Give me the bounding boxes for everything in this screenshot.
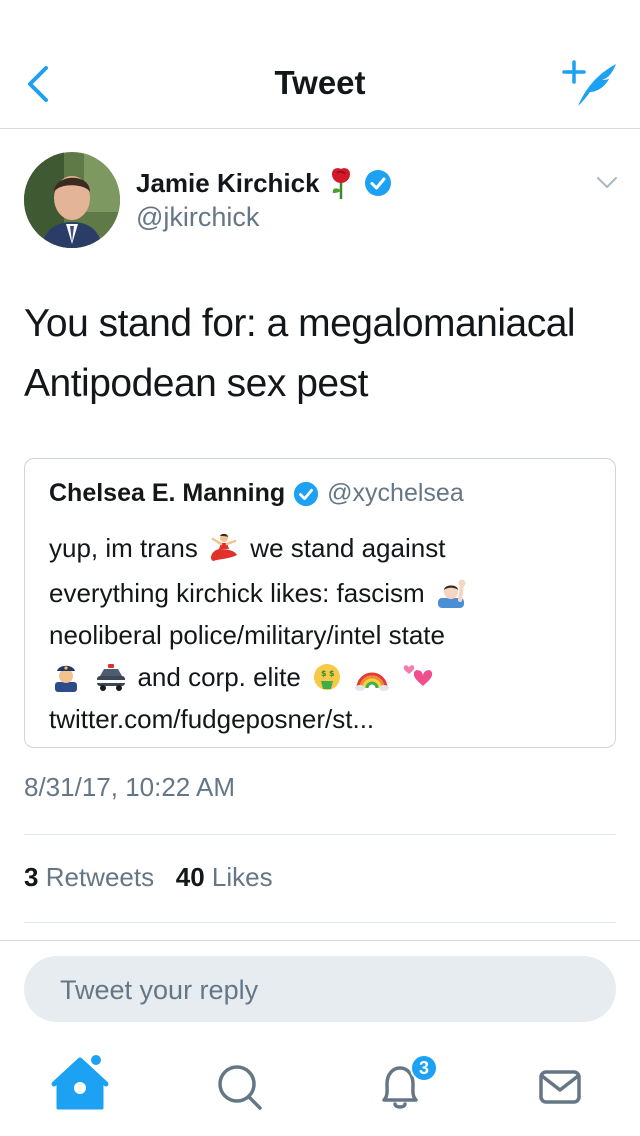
quoted-tweet-card[interactable]: Chelsea E. Manning @xychelsea yup, im tr…	[24, 458, 616, 748]
navigation-bar: Tweet	[0, 0, 640, 129]
search-icon[interactable]	[200, 1050, 280, 1130]
like-label: Likes	[211, 862, 273, 892]
tab-bar	[0, 1050, 640, 1136]
tweet-text: You stand for: a megalomaniacal Antipode…	[24, 294, 616, 414]
money-mouth-emoji-icon: $ $	[314, 664, 341, 691]
dancer-emoji-icon	[211, 533, 238, 562]
divider	[0, 940, 640, 941]
tweet-text-line: Antipodean sex pest	[24, 362, 368, 405]
quoted-text-segment: we stand against	[250, 533, 446, 563]
divider	[24, 834, 616, 835]
author-name-row: Jamie Kirchick	[136, 166, 392, 200]
quoted-tweet-text: yup, im trans we stand against everythin…	[49, 527, 609, 740]
quoted-text-segment: and corp. elite	[137, 662, 301, 692]
quoted-text-line: yup, im trans we stand against	[49, 527, 609, 569]
retweets-count-link[interactable]: 3 Retweets	[24, 862, 154, 892]
quoted-text-segment: yup, im trans	[49, 533, 198, 563]
likes-count-link[interactable]: 40 Likes	[176, 862, 273, 892]
chevron-down-icon[interactable]	[596, 176, 618, 190]
page-title: Tweet	[274, 64, 366, 101]
divider	[24, 922, 616, 923]
rose-emoji-icon	[331, 168, 350, 199]
avatar[interactable]	[24, 152, 120, 248]
police-officer-emoji-icon	[55, 665, 77, 693]
quoted-text-segment: everything kirchick likes: fascism	[49, 578, 425, 608]
retweet-label: Retweets	[45, 862, 155, 892]
quoted-text-line: everything kirchick likes: fascism	[49, 572, 609, 614]
tweet-timestamp: 8/31/17, 10:22 AM	[24, 772, 236, 802]
retweet-count: 3	[24, 862, 39, 892]
verified-badge-icon	[294, 481, 319, 506]
quoted-author-handle: @xychelsea	[327, 479, 464, 507]
quoted-tweet-header: Chelsea E. Manning @xychelsea	[49, 479, 464, 508]
quoted-text-line: and corp. elite $ $	[49, 656, 609, 698]
quoted-link-text: twitter.com/fudgeposner/st...	[49, 704, 375, 734]
quoted-text-line: neoliberal police/military/intel state	[49, 620, 445, 650]
reply-placeholder: Tweet your reply	[60, 975, 259, 1005]
notifications-badge: 3	[410, 1054, 438, 1082]
reply-input[interactable]: Tweet your reply	[24, 956, 616, 1022]
raising-hand-emoji-icon	[437, 579, 466, 609]
tweet-text-line: You stand for: a megalomaniacal	[24, 302, 576, 345]
tweet-stats: 3 Retweets 40 Likes	[24, 862, 273, 893]
svg-text:$: $	[321, 669, 327, 678]
svg-text:$: $	[329, 669, 335, 678]
author-name[interactable]: Jamie Kirchick	[136, 168, 320, 199]
verified-badge-icon	[364, 170, 391, 196]
envelope-icon[interactable]	[520, 1050, 600, 1130]
author-handle[interactable]: @jkirchick	[136, 202, 259, 233]
home-icon[interactable]	[40, 1050, 120, 1130]
tweet-author: Jamie Kirchick @jkirchick	[24, 152, 618, 252]
like-count: 40	[175, 862, 205, 892]
rainbow-emoji-icon	[355, 672, 390, 692]
police-car-emoji-icon	[97, 664, 126, 692]
quoted-author-name: Chelsea E. Manning	[49, 479, 286, 507]
compose-tweet-icon[interactable]	[560, 58, 620, 110]
two-hearts-emoji-icon	[403, 665, 432, 687]
avatar-photo	[24, 152, 120, 248]
